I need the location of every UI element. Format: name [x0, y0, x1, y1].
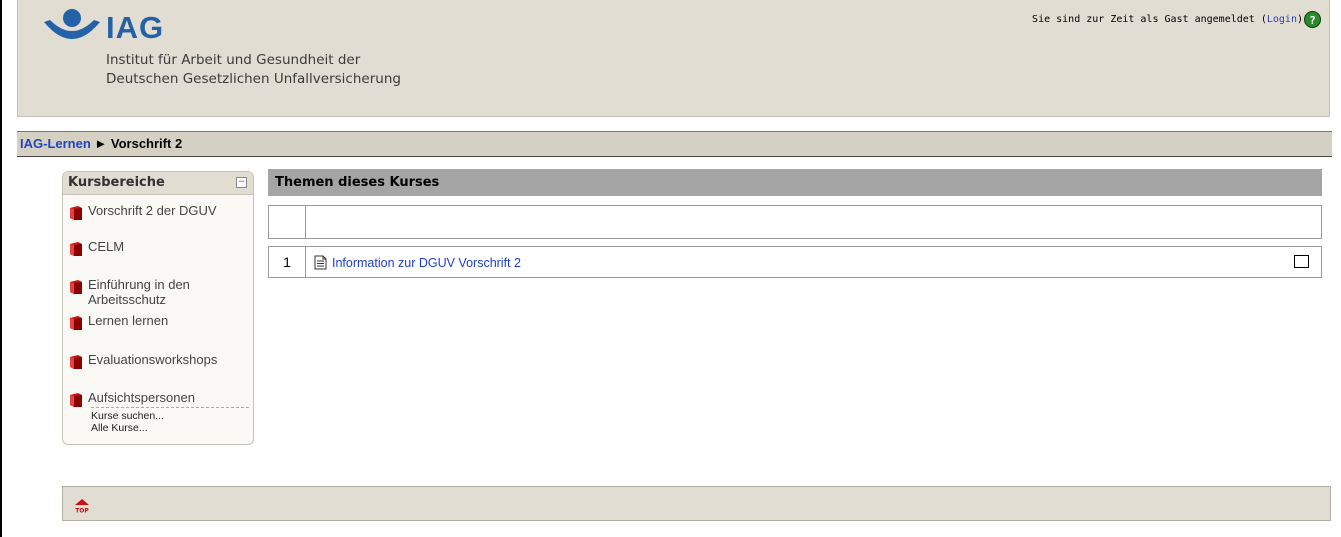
topic-content: Information zur DGUV Vorschrift 2: [306, 247, 1321, 277]
logo-mark-icon: [44, 9, 100, 39]
topic-row-1: 1 Information zur DGUV Vorschrift 2: [268, 246, 1322, 278]
book-icon: [70, 393, 82, 407]
login-link[interactable]: Login: [1267, 14, 1297, 25]
document-icon: [314, 255, 327, 270]
book-icon: [70, 206, 82, 220]
login-info: Sie sind zur Zeit als Gast angemeldet (L…: [1032, 11, 1321, 28]
topic-number: [269, 206, 306, 238]
course-categories-footer: Kurse suchen... Alle Kurse...: [91, 407, 249, 434]
site-header: IAG Institut für Arbeit und Gesundheit d…: [17, 0, 1330, 117]
category-item-lernen-lernen[interactable]: Lernen lernen: [69, 313, 168, 331]
logo-subtitle-line-2: Deutschen Gesetzlichen Unfallversicherun…: [106, 71, 401, 87]
category-label[interactable]: Evaluationsworkshops: [88, 352, 217, 367]
topic-highlight-checkbox[interactable]: [1294, 255, 1309, 268]
topic-row-0: [268, 205, 1322, 239]
breadcrumb-separator: ►: [90, 136, 111, 151]
book-icon: [70, 316, 82, 330]
course-categories-block: Kursbereiche − Vorschrift 2 der DGUV CEL…: [62, 171, 254, 445]
breadcrumb-current: Vorschrift 2: [110, 136, 183, 151]
course-categories-title: Kursbereiche: [68, 175, 165, 190]
course-categories-header: Kursbereiche −: [63, 172, 253, 195]
logo-subtitle-line-1: Institut für Arbeit und Gesundheit der: [106, 52, 361, 68]
topic-content: [306, 206, 1321, 238]
category-label[interactable]: CELM: [88, 239, 124, 254]
all-courses-link[interactable]: Alle Kurse...: [91, 422, 249, 434]
page-left-border: [0, 0, 2, 537]
category-item-aufsichtspersonen[interactable]: Aufsichtspersonen: [69, 390, 195, 408]
login-status-text: Sie sind zur Zeit als Gast angemeldet (: [1032, 14, 1267, 25]
category-item-einfuehrung[interactable]: Einführung in den Arbeitsschutz: [69, 277, 239, 307]
breadcrumb: IAG-Lernen ► Vorschrift 2: [17, 131, 1332, 157]
resource-link[interactable]: Information zur DGUV Vorschrift 2: [314, 255, 521, 270]
category-label[interactable]: Lernen lernen: [88, 313, 168, 328]
course-topics-heading: Themen dieses Kurses: [268, 169, 1322, 196]
breadcrumb-root-link[interactable]: IAG-Lernen: [20, 136, 91, 151]
resource-link-label[interactable]: Information zur DGUV Vorschrift 2: [332, 256, 521, 270]
category-item-celm[interactable]: CELM: [69, 239, 124, 257]
svg-text:TOP: TOP: [75, 508, 89, 514]
collapse-icon[interactable]: −: [236, 177, 247, 188]
search-courses-link[interactable]: Kurse suchen...: [91, 410, 249, 422]
category-label[interactable]: Einführung in den Arbeitsschutz: [88, 277, 218, 307]
login-status-close: ): [1296, 14, 1303, 25]
help-icon[interactable]: ?: [1304, 11, 1321, 28]
logo-wordmark: IAG: [106, 10, 165, 45]
page-footer: TOP: [62, 486, 1331, 521]
topic-number: 1: [269, 247, 306, 277]
category-item-vorschrift-2[interactable]: Vorschrift 2 der DGUV: [69, 203, 217, 221]
book-icon: [70, 242, 82, 256]
category-item-evaluationsworkshops[interactable]: Evaluationsworkshops: [69, 352, 217, 370]
book-icon: [70, 280, 82, 294]
category-label[interactable]: Vorschrift 2 der DGUV: [88, 203, 217, 218]
book-icon: [70, 355, 82, 369]
top-arrow-icon[interactable]: TOP: [74, 499, 90, 513]
category-label[interactable]: Aufsichtspersonen: [88, 390, 195, 405]
